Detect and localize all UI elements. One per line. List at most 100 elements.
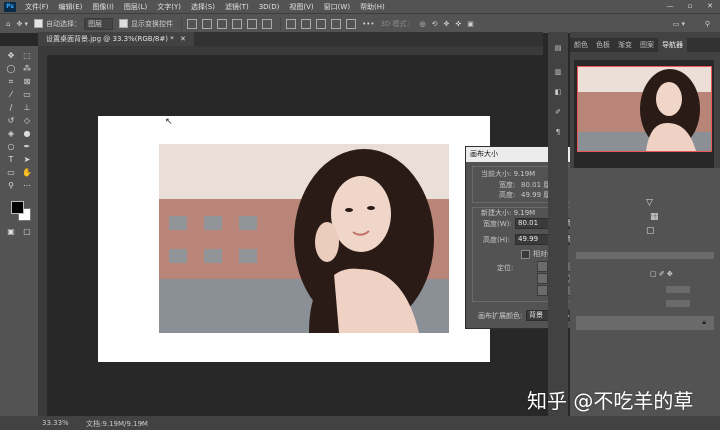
slide-3d-icon[interactable]: ✜	[455, 20, 461, 28]
menu-image[interactable]: 图像(I)	[92, 2, 114, 12]
tab-navigator[interactable]: 导航器	[658, 38, 687, 52]
foreground-color-swatch[interactable]	[11, 201, 24, 214]
show-transform-checkbox[interactable]: 显示变换控件	[119, 19, 173, 29]
distribute-left-icon[interactable]	[286, 18, 297, 29]
align-bottom-icon[interactable]	[262, 18, 273, 29]
orbit-3d-icon[interactable]: ◎	[420, 20, 426, 28]
status-bar: 33.33% 文档:9.19M/9.19M ›	[0, 416, 720, 430]
properties-icon[interactable]: ▥	[552, 68, 564, 78]
home-icon[interactable]: ⌂	[6, 20, 10, 28]
opacity-field[interactable]	[666, 286, 690, 293]
menu-select[interactable]: 选择(S)	[191, 2, 215, 12]
document-tab[interactable]: 设置桌面背景.jpg @ 33.3%(RGB/8#) * ✕	[38, 32, 194, 46]
history-brush-icon[interactable]: ↺	[4, 115, 18, 126]
bucket-tool-icon[interactable]: ◈	[4, 128, 18, 139]
type-tool-icon[interactable]: T	[4, 154, 18, 165]
move-tool-icon[interactable]: ✥	[4, 50, 18, 61]
navigator-thumbnail[interactable]	[577, 66, 712, 152]
distribute-bottom-icon[interactable]	[346, 18, 357, 29]
close-window-button[interactable]: ✕	[700, 0, 720, 13]
navigator-photo	[578, 67, 711, 151]
anchor-middle-left[interactable]	[537, 273, 548, 284]
current-width-label: 宽度:	[499, 181, 516, 189]
tab-gradients[interactable]: 渐变	[614, 38, 636, 52]
distribute-top-icon[interactable]	[331, 18, 342, 29]
magic-wand-icon[interactable]: ⁂	[20, 63, 34, 74]
fill-field[interactable]	[666, 300, 690, 307]
crop-tool-icon[interactable]: ⌗	[4, 76, 18, 87]
anchor-bottom-left[interactable]	[537, 285, 548, 296]
pan-3d-icon[interactable]: ✥	[444, 20, 450, 28]
checkbox-icon[interactable]	[521, 249, 530, 259]
brush-tool-icon[interactable]: ∕	[4, 102, 18, 113]
square-icon[interactable]: ▢	[646, 226, 655, 236]
blur-tool-icon[interactable]: ●	[20, 128, 34, 139]
move-tool-icon[interactable]: ✥ ▾	[16, 20, 28, 28]
more-tools-icon[interactable]: ⋯	[20, 180, 34, 191]
tab-swatches[interactable]: 色板	[592, 38, 614, 52]
ruler-tool-icon[interactable]: ▭	[20, 89, 34, 100]
stamp-tool-icon[interactable]: ⊥	[20, 102, 34, 113]
lock-options-icon[interactable]: ▢ ✐ ✥	[650, 270, 673, 278]
screen-mode-icon[interactable]: ▢	[20, 226, 34, 237]
distribute-center-icon[interactable]	[301, 18, 312, 29]
grid-icon[interactable]: ▦	[650, 212, 659, 222]
dodge-tool-icon[interactable]: ○	[4, 141, 18, 152]
menu-view[interactable]: 视图(V)	[289, 2, 313, 12]
menu-filter[interactable]: 滤镜(T)	[225, 2, 249, 12]
brush-settings-icon[interactable]: ✐	[552, 108, 564, 118]
anchor-top-left[interactable]	[537, 261, 548, 272]
workspace-icon[interactable]: ▭ ▾	[673, 20, 685, 28]
align-middle-icon[interactable]	[247, 18, 258, 29]
close-tab-icon[interactable]: ✕	[180, 35, 186, 43]
ext-color-value: 背景	[529, 311, 543, 319]
chevron-right-icon[interactable]: ›	[140, 419, 143, 427]
frame-tool-icon[interactable]: ⊠	[20, 76, 34, 87]
document-size[interactable]: 文档:9.19M/9.19M	[86, 419, 148, 429]
checkbox-icon[interactable]	[119, 19, 129, 28]
lasso-tool-icon[interactable]: ◯	[4, 63, 18, 74]
align-center-icon[interactable]	[202, 18, 213, 29]
zoom-tool-icon[interactable]: ⚲	[4, 180, 18, 191]
layer-row[interactable]: 🔒︎	[576, 316, 714, 330]
align-right-icon[interactable]	[217, 18, 228, 29]
menu-file[interactable]: 文件(F)	[25, 2, 49, 12]
shape-tool-icon[interactable]: ▭	[4, 167, 18, 178]
menu-edit[interactable]: 编辑(E)	[59, 2, 83, 12]
navigator-preview[interactable]	[574, 60, 714, 180]
path-select-icon[interactable]: ➤	[20, 154, 34, 165]
history-icon[interactable]: ▤	[552, 44, 564, 54]
minimize-button[interactable]: —	[660, 0, 680, 13]
menu-help[interactable]: 帮助(H)	[360, 2, 385, 12]
quick-mask-icon[interactable]: ▣	[4, 226, 18, 237]
marquee-tool-icon[interactable]: ⬚	[20, 50, 34, 61]
menu-3d[interactable]: 3D(D)	[259, 3, 280, 11]
adjust-icon[interactable]: ◧	[552, 88, 564, 98]
paragraph-icon[interactable]: ¶	[552, 128, 564, 138]
hand-tool-icon[interactable]: ✋	[20, 167, 34, 178]
align-left-icon[interactable]	[187, 18, 198, 29]
eyedropper-icon[interactable]: ⁄	[4, 89, 18, 100]
restore-button[interactable]: ▫	[680, 0, 700, 13]
align-top-icon[interactable]	[232, 18, 243, 29]
camera-icon[interactable]: ▣	[467, 20, 474, 28]
more-options-button[interactable]: •••	[362, 20, 374, 28]
pen-tool-icon[interactable]: ✒	[20, 141, 34, 152]
tab-color[interactable]: 颜色	[570, 38, 592, 52]
menu-type[interactable]: 文字(Y)	[157, 2, 181, 12]
new-size-label: 新建大小: 9.19M	[481, 209, 536, 217]
horizontal-ruler	[38, 46, 543, 55]
checkbox-checked-icon[interactable]	[34, 19, 44, 28]
rotate-3d-icon[interactable]: ⟲	[432, 20, 438, 28]
eraser-icon[interactable]: ◇	[20, 115, 34, 126]
menu-window[interactable]: 窗口(W)	[324, 2, 350, 12]
menu-layer[interactable]: 图层(L)	[124, 2, 147, 12]
distribute-right-icon[interactable]	[316, 18, 327, 29]
search-icon[interactable]: ⚲	[705, 20, 710, 28]
zoom-level[interactable]: 33.33%	[42, 419, 69, 427]
auto-select-checkbox[interactable]: 自动选择： 图层	[34, 17, 114, 30]
auto-select-dropdown[interactable]: 图层	[84, 17, 114, 30]
filter-icon[interactable]: ▽	[646, 198, 653, 208]
tab-patterns[interactable]: 图案	[636, 38, 658, 52]
tools-panel: ✥ ⬚ ◯ ⁂ ⌗ ⊠ ⁄ ▭ ∕ ⊥ ↺ ◇ ◈ ● ○ ✒ T ➤ ▭ ✋ …	[0, 46, 38, 416]
